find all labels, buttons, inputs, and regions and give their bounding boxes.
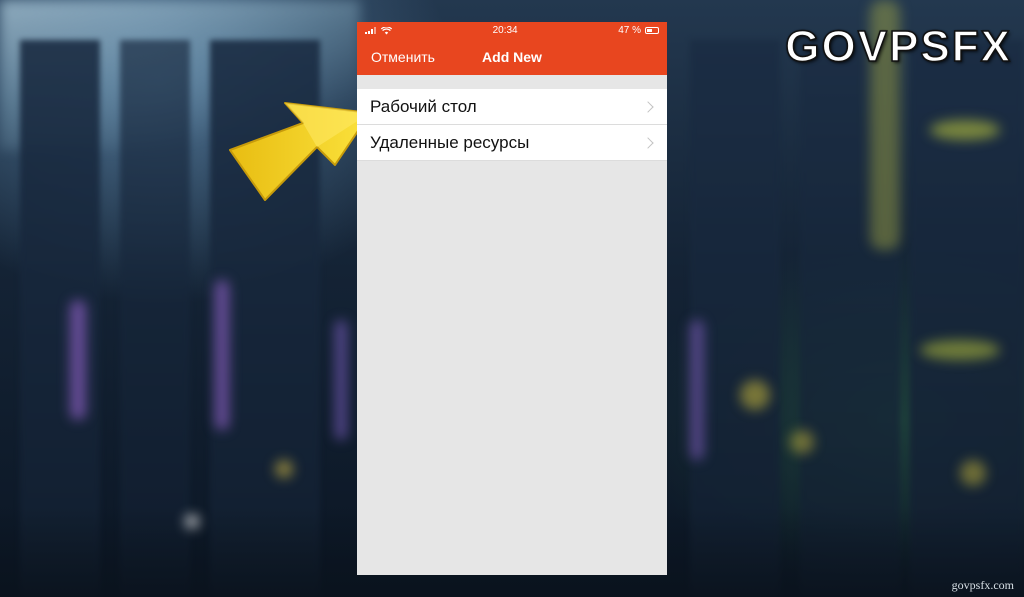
battery-percent: 47 %: [618, 25, 641, 36]
rack-led: [740, 380, 770, 410]
battery-level: [646, 29, 652, 32]
list-item-label: Рабочий стол: [370, 96, 477, 116]
list-item-desktop[interactable]: Рабочий стол: [357, 89, 667, 125]
rack-led: [275, 460, 293, 478]
watermark-url: govpsfx.com: [951, 578, 1014, 592]
cancel-button[interactable]: Отменить: [371, 49, 435, 65]
status-bar: 20:34 47 %: [357, 22, 667, 39]
chevron-right-icon: [642, 100, 654, 113]
phone-screen: 20:34 47 % Отменить Add New Рабочий стол…: [357, 22, 667, 575]
chevron-right-icon: [642, 136, 654, 149]
signal-icon: [365, 27, 376, 34]
rack-led: [790, 430, 814, 454]
list-item-remote-resources[interactable]: Удаленные ресурсы: [357, 125, 667, 161]
watermark-logo: GOVPSFX: [785, 21, 1012, 72]
rack-led: [960, 460, 986, 486]
logo-text: GOVPSFX: [785, 21, 1012, 72]
status-time: 20:34: [492, 25, 518, 36]
list-item-label: Удаленные ресурсы: [370, 132, 530, 152]
rack-led: [215, 280, 229, 430]
battery-icon: [644, 27, 659, 34]
rack-led: [920, 340, 1000, 360]
navigation-bar: Отменить Add New: [357, 39, 667, 75]
pointer-arrow-icon: [229, 102, 371, 201]
wifi-icon: [381, 26, 392, 34]
rack-led: [70, 300, 86, 420]
rack-led: [930, 120, 1000, 140]
rack-led: [335, 320, 347, 440]
rack-led: [690, 320, 704, 460]
add-new-list: Рабочий стол Удаленные ресурсы: [357, 89, 667, 161]
